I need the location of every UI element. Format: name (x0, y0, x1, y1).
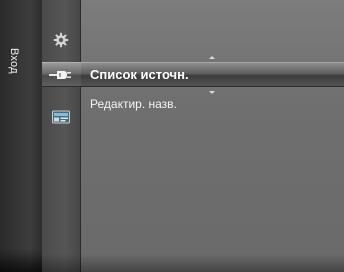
scroll-down-arrow-icon[interactable] (209, 91, 215, 94)
menu-content-panel (81, 0, 344, 272)
scroll-up-arrow-icon[interactable] (209, 56, 215, 59)
gear-icon[interactable] (48, 31, 74, 49)
plug-icon[interactable] (48, 66, 74, 84)
menu-title: Вход (8, 48, 20, 74)
menu-title-strip: Вход (0, 0, 43, 272)
menu-item-source-list[interactable]: Список источн. (90, 67, 189, 82)
menu-item-edit-name[interactable]: Редактир. назв. (90, 97, 177, 111)
media-icon[interactable] (48, 108, 74, 126)
tv-osd-menu: Вход Список источн. Редактир. назв. (0, 0, 344, 272)
